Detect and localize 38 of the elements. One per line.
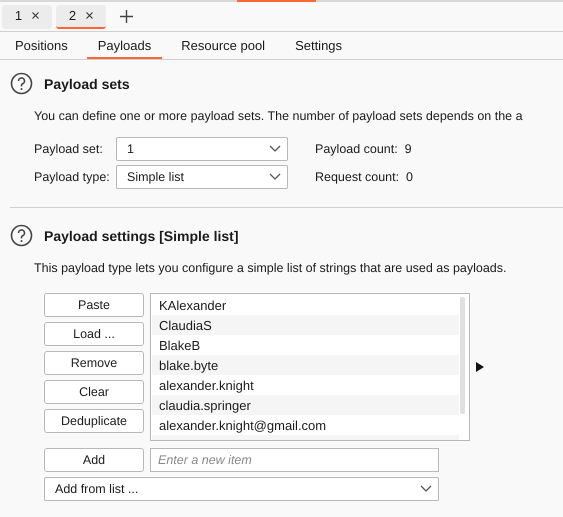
chevron-down-icon xyxy=(269,145,281,153)
tab[interactable]: Settings xyxy=(284,38,354,59)
list-action-button[interactable]: Remove xyxy=(44,351,144,375)
chevron-down-icon xyxy=(420,485,432,493)
dropdown[interactable]: 1 xyxy=(116,137,288,161)
field-label: Payload set: xyxy=(34,142,104,156)
dropdown[interactable]: Simple list xyxy=(116,165,288,189)
tab[interactable]: Payloads xyxy=(86,38,162,59)
field-label: Payload type: xyxy=(34,170,111,184)
list-action-button[interactable]: Paste xyxy=(44,293,144,317)
add-button[interactable]: Add xyxy=(44,448,144,472)
document-tab[interactable]: 1 xyxy=(2,4,52,28)
document-tab[interactable]: 2 xyxy=(56,4,106,28)
count-text: Request count: 0 xyxy=(315,170,414,184)
chevron-down-icon xyxy=(269,173,281,181)
payload-list[interactable]: KAlexander ClaudiaS BlakeB blake.byte alexander.knight claudia.springer alexander.knight@gmail.com xyxy=(150,293,470,441)
section-description: You can define one or more payload sets. The number of payload sets depends on the a xyxy=(34,109,523,123)
list-item[interactable]: blake.byte xyxy=(152,355,459,375)
add-tab-icon[interactable] xyxy=(120,10,133,23)
count-text: Payload count: 9 xyxy=(315,142,413,156)
list-action-button[interactable]: Clear xyxy=(44,380,144,404)
tab[interactable]: Positions xyxy=(4,38,79,59)
list-action-button[interactable]: Load ... xyxy=(44,322,144,346)
add-from-list-dropdown[interactable]: Add from list ... xyxy=(44,477,439,501)
help-icon[interactable] xyxy=(10,224,33,247)
list-action-button[interactable]: Deduplicate xyxy=(44,409,144,433)
list-item[interactable]: claudia.springer xyxy=(152,395,459,415)
tab[interactable]: Resource pool xyxy=(170,38,276,59)
scrollbar[interactable] xyxy=(460,297,465,414)
section-description: This payload type lets you configure a simple list of strings that are used as payloads. xyxy=(34,261,506,275)
section-title: Payload sets xyxy=(44,76,130,92)
close-icon[interactable] xyxy=(86,12,94,19)
list-item[interactable]: ClaudiaS xyxy=(152,315,459,335)
help-icon[interactable] xyxy=(10,72,33,95)
close-icon[interactable] xyxy=(32,12,40,19)
triangle-right-icon xyxy=(476,362,484,372)
new-item-field[interactable]: Enter a new item xyxy=(150,448,439,472)
section-title: Payload settings [Simple list] xyxy=(44,228,238,244)
